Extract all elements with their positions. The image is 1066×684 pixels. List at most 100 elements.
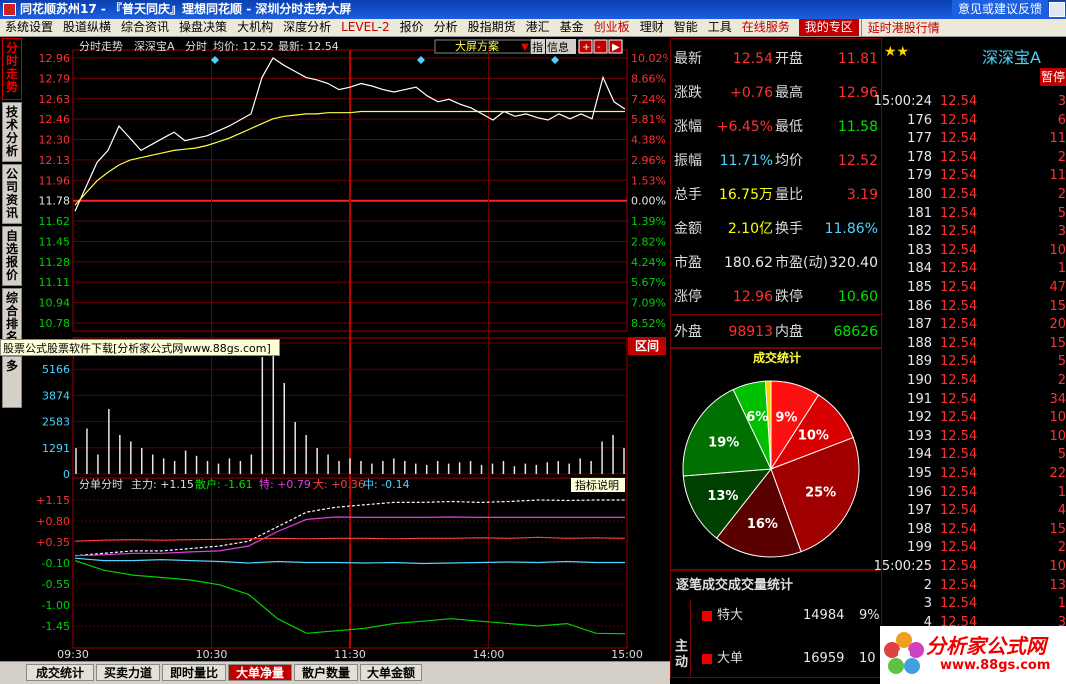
trade-row: 199 12.54 2 xyxy=(882,538,1066,557)
trade-volume: 13 xyxy=(1049,577,1066,593)
trade-price: 12.54 xyxy=(940,503,978,519)
deal-pie-chart: 9%10% 25% 16% 13% 19% 6% xyxy=(682,380,860,558)
tick-stat-vol: 14984 xyxy=(803,608,845,623)
bottom-tab[interactable]: 大单净量 xyxy=(228,664,292,681)
trade-row: 194 12.54 5 xyxy=(882,445,1066,464)
trade-time: 2 xyxy=(923,577,932,593)
icon-glyph: + xyxy=(582,42,590,53)
trade-volume: 10 xyxy=(1049,242,1066,258)
left-tab[interactable]: 分时走势 xyxy=(2,38,22,100)
volume-tick-label: 1291 xyxy=(42,442,70,455)
trade-time: 194 xyxy=(907,447,932,463)
star-icon[interactable]: ★★ xyxy=(884,44,909,60)
bottom-tab[interactable]: 散户数量 xyxy=(294,664,358,681)
watermark-banner[interactable]: 股票公式股票软件下载[分析家公式网www.88gs.com] xyxy=(0,339,280,356)
trade-volume: 2 xyxy=(1057,187,1066,202)
time-tick-label: 11:30 xyxy=(334,648,366,660)
menu-item[interactable]: 大机构 xyxy=(232,19,278,36)
trade-price: 12.54 xyxy=(940,596,978,612)
trade-row: 195 12.54 22 xyxy=(882,464,1066,483)
feedback-link[interactable]: 意见或建议反馈 xyxy=(951,0,1048,19)
trade-price: 12.54 xyxy=(940,354,978,370)
quote-label: 涨停 xyxy=(674,289,702,305)
trade-time: 199 xyxy=(907,540,932,556)
window-title: 同花顺苏州17 - 『普天同庆』理想同花顺 - 深圳分时走势大屏 xyxy=(20,2,352,16)
pause-button[interactable]: 暂停 xyxy=(1040,68,1066,86)
icon-glyph: - xyxy=(597,42,601,53)
indicator-tick-label: +1.15 xyxy=(36,494,70,507)
menu-item[interactable]: 股指期货 xyxy=(463,19,521,36)
quote-value: 68626 xyxy=(833,324,878,340)
menu-item[interactable]: 分析 xyxy=(429,19,463,36)
event-marker-icon xyxy=(417,56,425,64)
menu-item[interactable]: 系统设置 xyxy=(0,19,58,36)
quote-label: 总手 xyxy=(674,187,702,203)
indicator-explain-label: 指标说明 xyxy=(575,478,619,492)
trade-row: 184 12.54 1 xyxy=(882,259,1066,278)
menu-item[interactable]: 在线服务 xyxy=(737,19,795,36)
trade-row: 183 12.54 10 xyxy=(882,241,1066,260)
trade-price: 12.54 xyxy=(940,149,978,165)
menu-item[interactable]: 创业板 xyxy=(589,19,635,36)
pct-tick-label: 10.02% xyxy=(631,52,668,65)
trade-price: 12.54 xyxy=(940,410,978,426)
left-tab[interactable]: 技术分析 xyxy=(2,102,22,162)
menu-item[interactable]: LEVEL-2 xyxy=(336,19,395,36)
menu-item[interactable]: 基金 xyxy=(555,19,589,36)
pie-label: 10% xyxy=(798,429,829,444)
bottom-tab[interactable]: 成交统计 xyxy=(26,664,94,681)
icon-glyph: ▶ xyxy=(612,42,620,53)
scheme-label: 大屏方案 xyxy=(455,39,499,53)
menu-item[interactable]: 深度分析 xyxy=(278,19,336,36)
quote-value: 180.62 xyxy=(724,255,773,271)
chevron-down-icon[interactable]: ▼ xyxy=(521,42,529,53)
left-tab[interactable]: 自选报价 xyxy=(2,226,22,286)
price-tick-label: 10.78 xyxy=(39,317,71,330)
trade-time: 193 xyxy=(907,428,932,444)
trade-price: 12.54 xyxy=(940,466,978,481)
quote-row: 总手 16.75万 量比 3.19 xyxy=(671,178,883,212)
quote-value: 320.40 xyxy=(829,255,878,271)
trade-price: 12.54 xyxy=(940,559,978,574)
trade-price: 12.54 xyxy=(940,131,978,147)
bottom-tab[interactable]: 大单金额 xyxy=(360,664,422,681)
chart-stock: 深深宝A xyxy=(134,39,175,53)
pct-tick-label: 8.52% xyxy=(631,317,666,330)
ind-special: 特: +0.79 xyxy=(259,477,311,491)
trade-time: 192 xyxy=(907,410,932,426)
trade-time: 15:00:25 xyxy=(873,559,932,574)
my-zone-button[interactable]: 我的专区 xyxy=(798,19,859,36)
site-logo: 分析家公式网 www.88gs.com xyxy=(880,626,1066,684)
menu-item[interactable]: 智能 xyxy=(669,19,703,36)
menu-item[interactable]: 港汇 xyxy=(521,19,555,36)
left-tab[interactable]: 多 xyxy=(2,356,22,408)
interval-button[interactable]: 区间 xyxy=(628,337,666,355)
minimize-button[interactable] xyxy=(1049,2,1065,17)
left-tab[interactable]: 公司资讯 xyxy=(2,164,22,224)
menu-item[interactable]: 理财 xyxy=(635,19,669,36)
menu-item[interactable]: 操盘决策 xyxy=(174,19,232,36)
trade-volume: 1 xyxy=(1057,261,1066,277)
quote-value: 10.60 xyxy=(837,289,878,305)
quote-value: 12.52 xyxy=(837,153,878,169)
menu-item[interactable]: 工具 xyxy=(703,19,737,36)
trade-volume: 47 xyxy=(1049,280,1066,295)
menu-item[interactable]: 综合资讯 xyxy=(116,19,174,36)
trade-volume: 15 xyxy=(1049,335,1066,351)
price-tick-label: 11.45 xyxy=(39,235,71,248)
red-square-icon xyxy=(702,654,712,664)
pie-label: 13% xyxy=(707,489,738,504)
bottom-tab[interactable]: 即时量比 xyxy=(162,664,226,681)
trade-row: 182 12.54 3 xyxy=(882,222,1066,241)
quote-label: 最高 xyxy=(775,85,803,101)
hk-quotes-link[interactable]: 延时港股行情 xyxy=(860,19,946,36)
trade-price: 12.54 xyxy=(940,521,978,537)
trade-price: 12.54 xyxy=(940,577,978,593)
trade-time: 180 xyxy=(907,187,932,202)
trade-row: 15:00:25 12.54 10 xyxy=(874,557,1066,576)
menu-item[interactable]: 报价 xyxy=(395,19,429,36)
menu-item[interactable]: 股道纵横 xyxy=(58,19,116,36)
quote-label: 外盘 xyxy=(674,324,702,340)
bottom-tab[interactable]: 买卖力道 xyxy=(96,664,160,681)
red-square-icon xyxy=(702,611,712,621)
